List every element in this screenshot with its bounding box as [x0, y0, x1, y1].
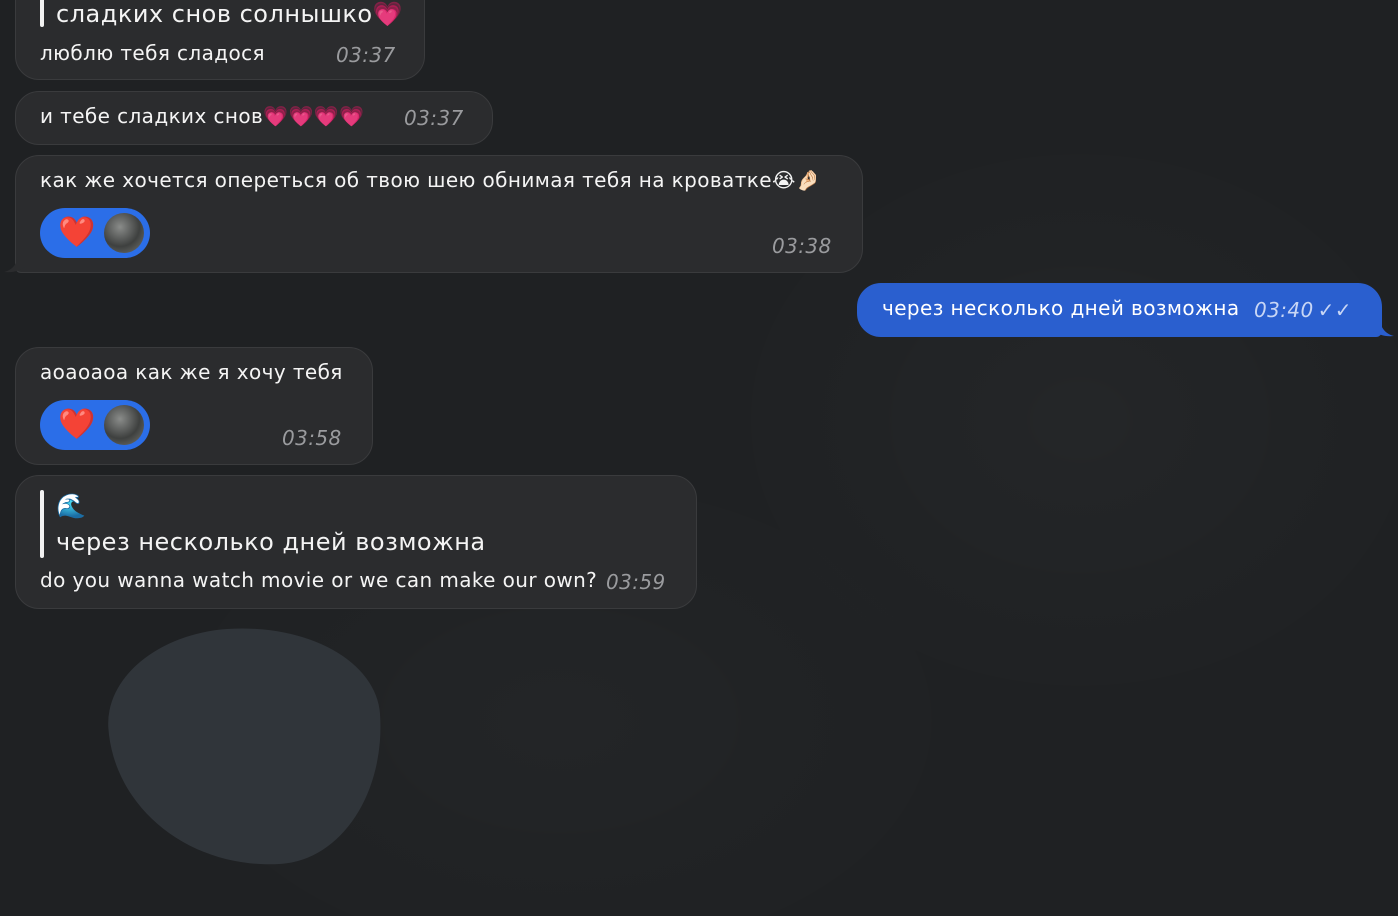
- message-bubble-incoming[interactable]: аоаоаоа как же я хочу тебя ❤️ 03:58: [15, 347, 373, 465]
- message-time: 03:59: [606, 570, 666, 594]
- reaction-pill[interactable]: ❤️: [40, 400, 150, 450]
- message-text: люблю тебя сладося: [40, 41, 265, 65]
- message-bubble-incoming[interactable]: 🌊 через несколько дней возможна do you w…: [15, 475, 697, 609]
- message-text: как же хочется опереться об твою шею обн…: [40, 168, 822, 192]
- message-time: 03:38: [772, 234, 832, 258]
- message-bubble-outgoing[interactable]: через несколько дней возможна 03:40 ✓✓: [857, 283, 1382, 337]
- message-time: 03:40 ✓✓: [1254, 298, 1352, 322]
- message-bubble-incoming[interactable]: сладких снов солнышко💗 люблю тебя сладос…: [15, 0, 425, 80]
- message-text: do you wanna watch movie or we can make …: [40, 568, 598, 592]
- message-text: и тебе сладких снов💗💗💗💗: [40, 104, 365, 128]
- message-time-value: 03:40: [1254, 298, 1314, 322]
- reply-quote-bar: [40, 0, 44, 27]
- reaction-pill[interactable]: ❤️: [40, 208, 150, 258]
- message-time: 03:37: [404, 106, 464, 130]
- redacted-sticker: [102, 618, 390, 876]
- message-time: 03:58: [282, 426, 342, 450]
- avatar: [104, 213, 144, 253]
- reply-quote-text: через несколько дней возможна: [56, 528, 486, 556]
- message-text: аоаоаоа как же я хочу тебя: [40, 360, 343, 384]
- message-text: через несколько дней возможна: [882, 296, 1240, 320]
- reply-quote-title: 🌊: [56, 492, 87, 520]
- bubble-tail-icon: [1372, 318, 1394, 337]
- heart-reaction-icon: ❤️: [58, 407, 96, 442]
- message-time: 03:37: [336, 43, 396, 67]
- avatar: [104, 405, 144, 445]
- reply-quote-text: сладких снов солнышко💗: [56, 0, 403, 28]
- message-bubble-incoming[interactable]: как же хочется опереться об твою шею обн…: [15, 155, 863, 273]
- message-bubble-incoming[interactable]: и тебе сладких снов💗💗💗💗 03:37: [15, 91, 493, 145]
- bubble-tail-icon: [4, 254, 26, 273]
- heart-reaction-icon: ❤️: [58, 215, 96, 250]
- reply-quote-bar: [40, 490, 44, 558]
- double-check-icon: ✓✓: [1317, 298, 1352, 322]
